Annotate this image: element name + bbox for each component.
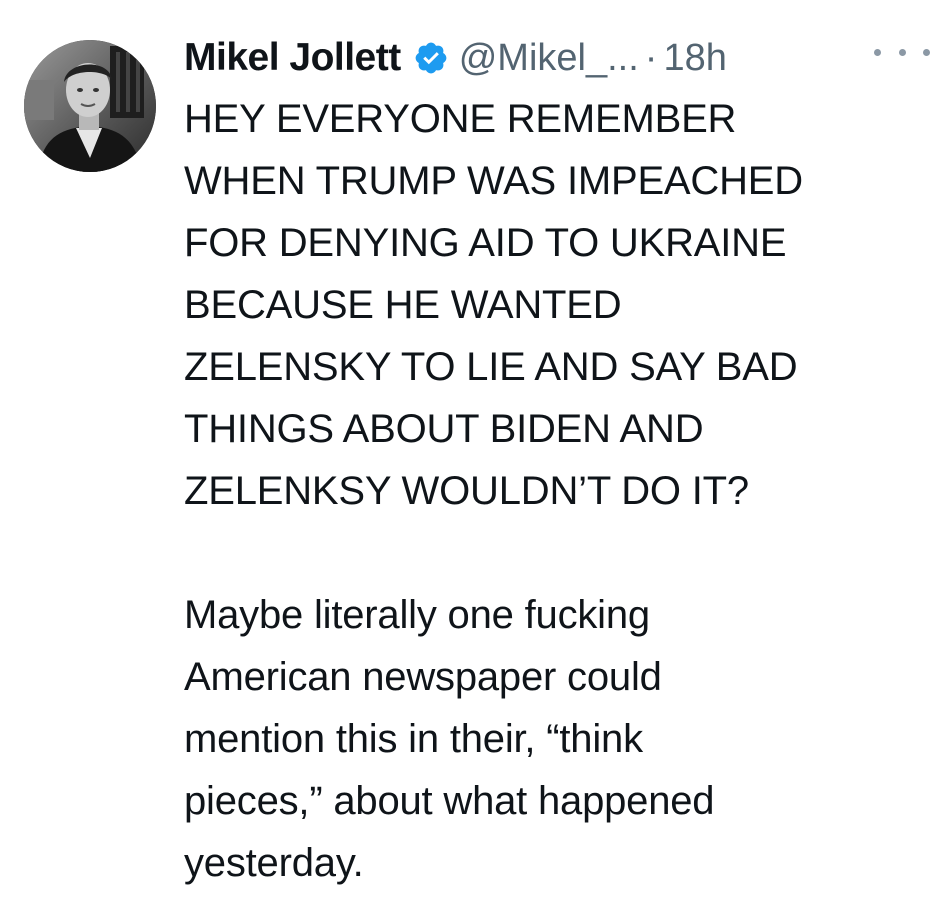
tweet-paragraph-1: HEY EVERYONE REMEMBER WHEN TRUMP WAS IMP… [184,88,924,522]
tweet-line: THINGS ABOUT BIDEN AND [184,407,704,451]
tweet-line: ZELENKSY WOULDN’T DO IT? [184,469,749,513]
profile-photo-icon [24,40,156,172]
more-options-icon[interactable] [874,40,930,64]
separator-dot: · [644,36,658,79]
more-dot [923,48,930,56]
tweet-line: FOR DENYING AID TO UKRAINE [184,221,787,265]
more-dot [898,48,906,56]
tweet-header: Mikel Jollett @Mikel_... · 18h [184,30,727,86]
tweet-line: pieces,” about what happened [184,779,715,823]
author-handle[interactable]: @Mikel_... [459,37,639,80]
tweet-line: HEY EVERYONE REMEMBER [184,97,737,141]
tweet-line: WHEN TRUMP WAS IMPEACHED [184,159,803,203]
more-dot [874,48,881,56]
tweet-line: BECAUSE HE WANTED [184,283,622,327]
tweet-paragraph-2: Maybe literally one fucking American new… [184,584,924,894]
tweet-line: Maybe literally one fucking [184,593,650,637]
avatar[interactable] [24,40,156,172]
author-display-name[interactable]: Mikel Jollett [184,36,401,80]
tweet-line: mention this in their, “think [184,717,643,761]
tweet-text: HEY EVERYONE REMEMBER WHEN TRUMP WAS IMP… [184,88,924,894]
tweet-card: Mikel Jollett @Mikel_... · 18h HEY EVERY… [0,0,950,910]
tweet-line: ZELENSKY TO LIE AND SAY BAD [184,345,798,389]
tweet-line: yesterday. [184,841,364,885]
verified-badge-icon [413,40,449,76]
tweet-line: American newspaper could [184,655,662,699]
tweet-timestamp[interactable]: 18h [663,37,726,80]
